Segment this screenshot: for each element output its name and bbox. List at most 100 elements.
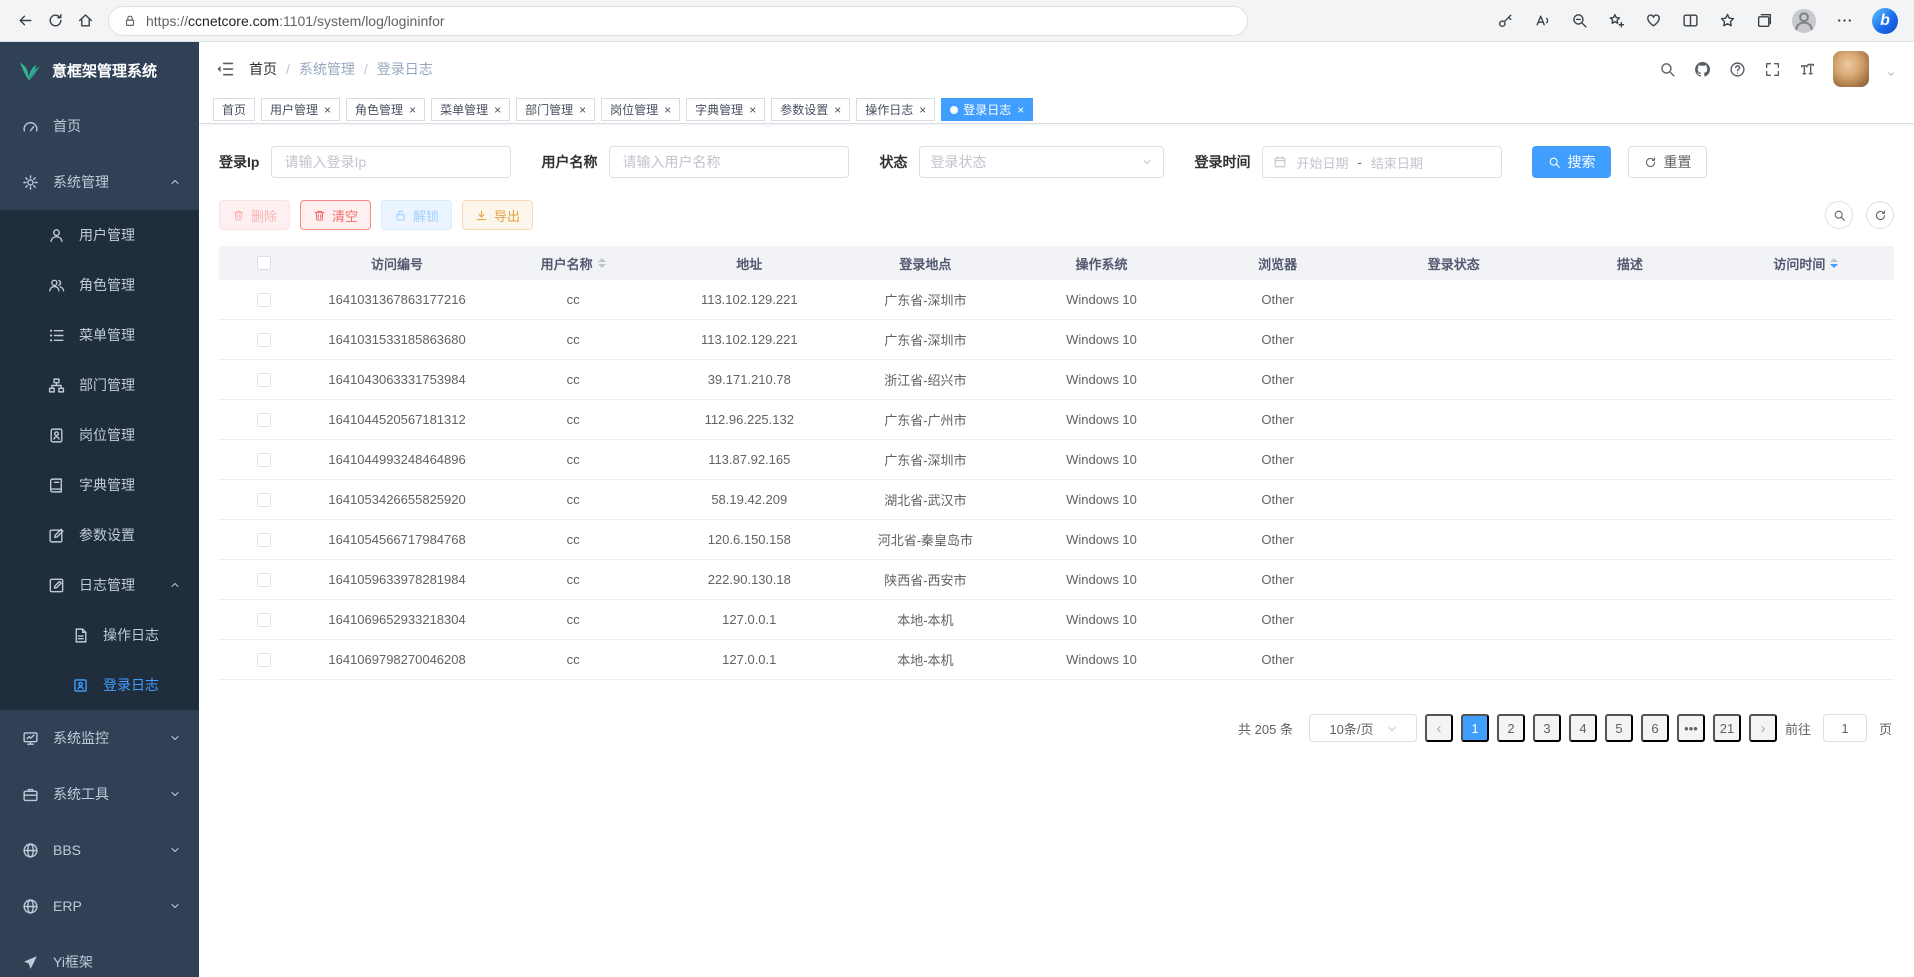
sidebar-item-14[interactable]: BBS — [0, 822, 199, 878]
tab-close-icon[interactable]: × — [324, 104, 331, 116]
tab-字典管理[interactable]: 字典管理× — [686, 98, 765, 121]
login-ip-input[interactable] — [271, 146, 511, 178]
copilot-icon[interactable] — [1872, 8, 1898, 34]
tab-close-icon[interactable]: × — [494, 104, 501, 116]
sidebar-item-0[interactable]: 首页 — [0, 98, 199, 154]
tab-操作日志[interactable]: 操作日志× — [856, 98, 935, 121]
read-aloud-icon[interactable] — [1533, 12, 1551, 30]
refresh-mini-icon[interactable] — [1866, 201, 1894, 229]
row-checkbox[interactable] — [257, 493, 271, 507]
profile-icon[interactable] — [1792, 9, 1816, 33]
search-icon[interactable] — [1658, 60, 1676, 78]
page-button-6[interactable]: 6 — [1641, 714, 1669, 742]
tab-close-icon[interactable]: × — [664, 104, 671, 116]
tab-角色管理[interactable]: 角色管理× — [346, 98, 425, 121]
search-mini-icon[interactable] — [1825, 201, 1853, 229]
user-avatar[interactable] — [1833, 51, 1869, 87]
breadcrumb-item[interactable]: 首页 — [249, 59, 277, 79]
tab-close-icon[interactable]: × — [834, 104, 841, 116]
user-name-input[interactable] — [609, 146, 849, 178]
prev-page-button[interactable]: ‹ — [1425, 714, 1453, 742]
page-button-21[interactable]: 21 — [1713, 714, 1741, 742]
sidebar-item-13[interactable]: 系统工具 — [0, 766, 199, 822]
row-checkbox[interactable] — [257, 573, 271, 587]
help-icon[interactable] — [1728, 60, 1746, 78]
tab-用户管理[interactable]: 用户管理× — [261, 98, 340, 121]
reset-button[interactable]: 重置 — [1628, 146, 1707, 178]
next-page-button[interactable]: › — [1749, 714, 1777, 742]
font-size-icon[interactable] — [1798, 60, 1816, 78]
sidebar-item-11[interactable]: 登录日志 — [0, 660, 199, 710]
sidebar-item-6[interactable]: 岗位管理 — [0, 410, 199, 460]
sidebar-item-12[interactable]: 系统监控 — [0, 710, 199, 766]
more-icon[interactable] — [1835, 12, 1853, 30]
tab-参数设置[interactable]: 参数设置× — [771, 98, 850, 121]
row-checkbox[interactable] — [257, 373, 271, 387]
tab-登录日志[interactable]: 登录日志× — [941, 98, 1033, 121]
url-bar[interactable]: https://ccnetcore.com:1101/system/log/lo… — [108, 6, 1248, 36]
sidebar-item-4[interactable]: 菜单管理 — [0, 310, 199, 360]
row-checkbox[interactable] — [257, 613, 271, 627]
status-select[interactable]: 登录状态 — [919, 146, 1164, 178]
page-size-select[interactable]: 10条/页 — [1309, 714, 1417, 742]
导出-button[interactable]: 导出 — [462, 200, 533, 230]
add-favorite-icon[interactable] — [1607, 12, 1625, 30]
split-screen-icon[interactable] — [1681, 12, 1699, 30]
page-ellipsis[interactable]: ••• — [1677, 714, 1705, 742]
row-checkbox[interactable] — [257, 293, 271, 307]
key-icon[interactable] — [1496, 12, 1514, 30]
row-checkbox[interactable] — [257, 333, 271, 347]
tab-部门管理[interactable]: 部门管理× — [516, 98, 595, 121]
page-button-2[interactable]: 2 — [1497, 714, 1525, 742]
collections-icon[interactable] — [1755, 12, 1773, 30]
column-header-time[interactable]: 访问时间 — [1718, 246, 1894, 280]
sidebar-item-3[interactable]: 角色管理 — [0, 260, 199, 310]
tab-岗位管理[interactable]: 岗位管理× — [601, 98, 680, 121]
sidebar-item-1[interactable]: 系统管理 — [0, 154, 199, 210]
sidebar-item-8[interactable]: 参数设置 — [0, 510, 199, 560]
tab-close-icon[interactable]: × — [919, 104, 926, 116]
page-button-1[interactable]: 1 — [1461, 714, 1489, 742]
sidebar-item-16[interactable]: Yi框架 — [0, 934, 199, 977]
tab-菜单管理[interactable]: 菜单管理× — [431, 98, 510, 121]
page-button-3[interactable]: 3 — [1533, 714, 1561, 742]
tab-首页[interactable]: 首页 — [213, 98, 255, 121]
sidebar-item-9[interactable]: 日志管理 — [0, 560, 199, 610]
page-button-4[interactable]: 4 — [1569, 714, 1597, 742]
row-checkbox[interactable] — [257, 533, 271, 547]
date-range-picker[interactable]: 开始日期 - 结束日期 — [1262, 146, 1502, 178]
select-all-checkbox[interactable] — [257, 256, 271, 270]
sidebar-item-2[interactable]: 用户管理 — [0, 210, 199, 260]
zoom-icon[interactable] — [1570, 12, 1588, 30]
app-logo[interactable]: 意框架管理系统 — [0, 42, 199, 98]
row-checkbox[interactable] — [257, 453, 271, 467]
sidebar-fold-icon[interactable] — [215, 59, 235, 79]
sidebar-item-5[interactable]: 部门管理 — [0, 360, 199, 410]
sort-icon[interactable] — [598, 254, 606, 272]
github-icon[interactable] — [1693, 60, 1711, 78]
fullscreen-icon[interactable] — [1763, 60, 1781, 78]
sidebar-item-15[interactable]: ERP — [0, 878, 199, 934]
tab-close-icon[interactable]: × — [579, 104, 586, 116]
sidebar-item-7[interactable]: 字典管理 — [0, 460, 199, 510]
back-icon[interactable] — [10, 6, 40, 36]
row-checkbox[interactable] — [257, 653, 271, 667]
row-checkbox-cell — [219, 640, 309, 680]
清空-button[interactable]: 清空 — [300, 200, 371, 230]
tab-close-icon[interactable]: × — [1017, 104, 1024, 116]
refresh-icon[interactable] — [40, 6, 70, 36]
column-header-user[interactable]: 用户名称 — [485, 246, 661, 280]
home-icon[interactable] — [70, 6, 100, 36]
cell-user: cc — [485, 560, 661, 600]
row-checkbox[interactable] — [257, 413, 271, 427]
browser-essentials-icon[interactable] — [1644, 12, 1662, 30]
goto-page-input[interactable] — [1823, 714, 1867, 742]
search-button[interactable]: 搜索 — [1532, 146, 1611, 178]
sort-icon[interactable] — [1830, 254, 1838, 272]
page-button-5[interactable]: 5 — [1605, 714, 1633, 742]
chevron-down-icon[interactable] — [1886, 69, 1896, 79]
tab-close-icon[interactable]: × — [749, 104, 756, 116]
sidebar-item-10[interactable]: 操作日志 — [0, 610, 199, 660]
tab-close-icon[interactable]: × — [409, 104, 416, 116]
favorites-icon[interactable] — [1718, 12, 1736, 30]
